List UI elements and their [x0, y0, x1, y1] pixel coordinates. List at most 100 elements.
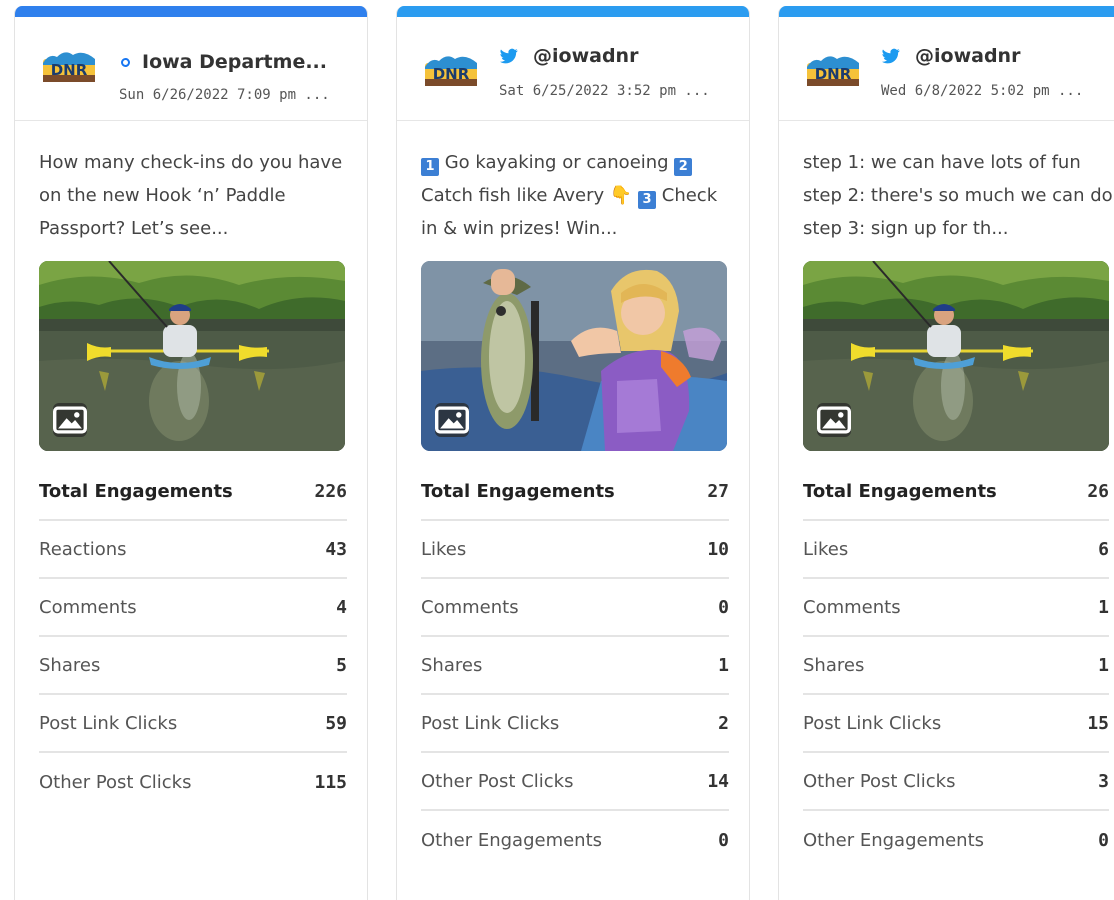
- stat-value: 3: [1098, 770, 1109, 792]
- stat-value: 226: [314, 480, 347, 502]
- twitter-bird-icon: [499, 47, 519, 65]
- card-accent-bar: [779, 6, 1114, 17]
- stat-row-other-post-clicks: Other Post Clicks 115: [39, 753, 347, 811]
- stat-label: Post Link Clicks: [421, 712, 560, 734]
- stat-row-other-engagements: Other Engagements 0: [421, 811, 729, 869]
- stat-label: Other Post Clicks: [421, 770, 574, 792]
- stat-label: Comments: [39, 596, 137, 618]
- post-photo[interactable]: [803, 261, 1109, 451]
- stat-label: Shares: [421, 654, 483, 676]
- stat-row-likes: Likes 6: [803, 521, 1109, 579]
- post-text: 1 Go kayaking or canoeing 2 Catch fish l…: [421, 146, 725, 246]
- stat-label: Other Post Clicks: [803, 770, 956, 792]
- stat-label: Other Engagements: [421, 829, 603, 851]
- stat-label: Post Link Clicks: [803, 712, 942, 734]
- stat-label: Total Engagements: [803, 480, 997, 502]
- card-header: @iowadnr Sat 6/25/2022 3:52 pm ...: [397, 17, 749, 121]
- stat-row-likes: Likes 10: [421, 521, 729, 579]
- account-line: Iowa Departme...: [119, 51, 327, 73]
- post-timestamp: Sun 6/26/2022 7:09 pm ...: [119, 87, 330, 103]
- stat-row-total-engagements: Total Engagements 226: [39, 463, 347, 521]
- dnr-logo-avatar: [803, 47, 863, 97]
- stat-value: 6: [1098, 538, 1109, 560]
- text-segment: Catch fish like Avery: [421, 185, 610, 206]
- stat-row-reactions: Reactions 43: [39, 521, 347, 579]
- stat-label: Total Engagements: [421, 480, 615, 502]
- stat-value: 10: [707, 538, 729, 560]
- engagement-stats: Total Engagements 226 Reactions 43 Comme…: [39, 463, 347, 811]
- account-name[interactable]: @iowadnr: [915, 45, 1020, 67]
- dnr-logo-avatar: [39, 43, 99, 93]
- stat-row-post-link-clicks: Post Link Clicks 2: [421, 695, 729, 753]
- engagement-stats: Total Engagements 27 Likes 10 Comments 0…: [421, 463, 729, 869]
- stat-value: 14: [707, 770, 729, 792]
- stat-row-comments: Comments 4: [39, 579, 347, 637]
- post-card[interactable]: @iowadnr Wed 6/8/2022 5:02 pm ... step 1…: [778, 6, 1114, 900]
- pointing-down-emoji: 👇: [609, 185, 633, 206]
- card-accent-bar: [15, 6, 367, 17]
- stat-label: Comments: [421, 596, 519, 618]
- account-name[interactable]: Iowa Departme...: [142, 51, 327, 73]
- post-text: step 1: we can have lots of fun step 2: …: [803, 152, 1113, 239]
- stat-row-other-post-clicks: Other Post Clicks 3: [803, 753, 1109, 811]
- number-badge: 2: [674, 158, 693, 176]
- stat-label: Likes: [421, 538, 467, 560]
- post-photo[interactable]: [39, 261, 345, 451]
- stat-value: 1: [1098, 654, 1109, 676]
- card-header: @iowadnr Wed 6/8/2022 5:02 pm ...: [779, 17, 1114, 121]
- stat-row-other-engagements: Other Engagements 0: [803, 811, 1109, 869]
- card-accent-bar: [397, 6, 749, 17]
- stat-row-other-post-clicks: Other Post Clicks 14: [421, 753, 729, 811]
- stat-value: 15: [1087, 712, 1109, 734]
- image-icon: [53, 403, 87, 437]
- post-card[interactable]: @iowadnr Sat 6/25/2022 3:52 pm ... 1 Go …: [396, 6, 750, 900]
- stat-label: Other Engagements: [803, 829, 985, 851]
- stat-label: Comments: [803, 596, 901, 618]
- engagement-stats: Total Engagements 26 Likes 6 Comments 1 …: [803, 463, 1109, 869]
- stat-value: 59: [325, 712, 347, 734]
- stat-value: 27: [707, 480, 729, 502]
- stat-row-post-link-clicks: Post Link Clicks 15: [803, 695, 1109, 753]
- post-timestamp: Wed 6/8/2022 5:02 pm ...: [881, 83, 1084, 99]
- image-icon: [817, 403, 851, 437]
- stat-row-total-engagements: Total Engagements 26: [803, 463, 1109, 521]
- twitter-bird-icon: [881, 47, 901, 65]
- stat-value: 4: [336, 596, 347, 618]
- card-header: Iowa Departme... Sun 6/26/2022 7:09 pm .…: [15, 17, 367, 121]
- stat-value: 26: [1087, 480, 1109, 502]
- account-name[interactable]: @iowadnr: [533, 45, 638, 67]
- stat-value: 1: [718, 654, 729, 676]
- stat-label: Likes: [803, 538, 849, 560]
- facebook-icon: [119, 53, 131, 71]
- post-photo[interactable]: [421, 261, 727, 451]
- stat-label: Reactions: [39, 538, 127, 560]
- stat-row-shares: Shares 1: [421, 637, 729, 695]
- stat-label: Other Post Clicks: [39, 771, 192, 793]
- number-badge: 3: [638, 191, 657, 209]
- stat-value: 43: [325, 538, 347, 560]
- stat-row-shares: Shares 1: [803, 637, 1109, 695]
- stat-value: 115: [314, 771, 347, 793]
- stat-row-shares: Shares 5: [39, 637, 347, 695]
- number-badge: 1: [421, 158, 439, 176]
- stat-value: 5: [336, 654, 347, 676]
- stat-value: 0: [718, 596, 729, 618]
- account-line: @iowadnr: [881, 45, 1020, 67]
- stat-row-total-engagements: Total Engagements 27: [421, 463, 729, 521]
- stat-value: 2: [718, 712, 729, 734]
- stat-label: Total Engagements: [39, 480, 233, 502]
- stat-label: Shares: [803, 654, 865, 676]
- post-cards-board: Iowa Departme... Sun 6/26/2022 7:09 pm .…: [0, 0, 1114, 900]
- dnr-logo-avatar: [421, 47, 481, 97]
- stat-row-comments: Comments 0: [421, 579, 729, 637]
- stat-row-comments: Comments 1: [803, 579, 1109, 637]
- post-text: How many check-ins do you have on the ne…: [39, 152, 343, 239]
- stat-value: 0: [718, 829, 729, 851]
- stat-value: 1: [1098, 596, 1109, 618]
- text-segment: Go kayaking or canoeing: [439, 152, 675, 173]
- post-timestamp: Sat 6/25/2022 3:52 pm ...: [499, 83, 710, 99]
- stat-label: Post Link Clicks: [39, 712, 178, 734]
- post-card[interactable]: Iowa Departme... Sun 6/26/2022 7:09 pm .…: [14, 6, 368, 900]
- stat-row-post-link-clicks: Post Link Clicks 59: [39, 695, 347, 753]
- account-line: @iowadnr: [499, 45, 638, 67]
